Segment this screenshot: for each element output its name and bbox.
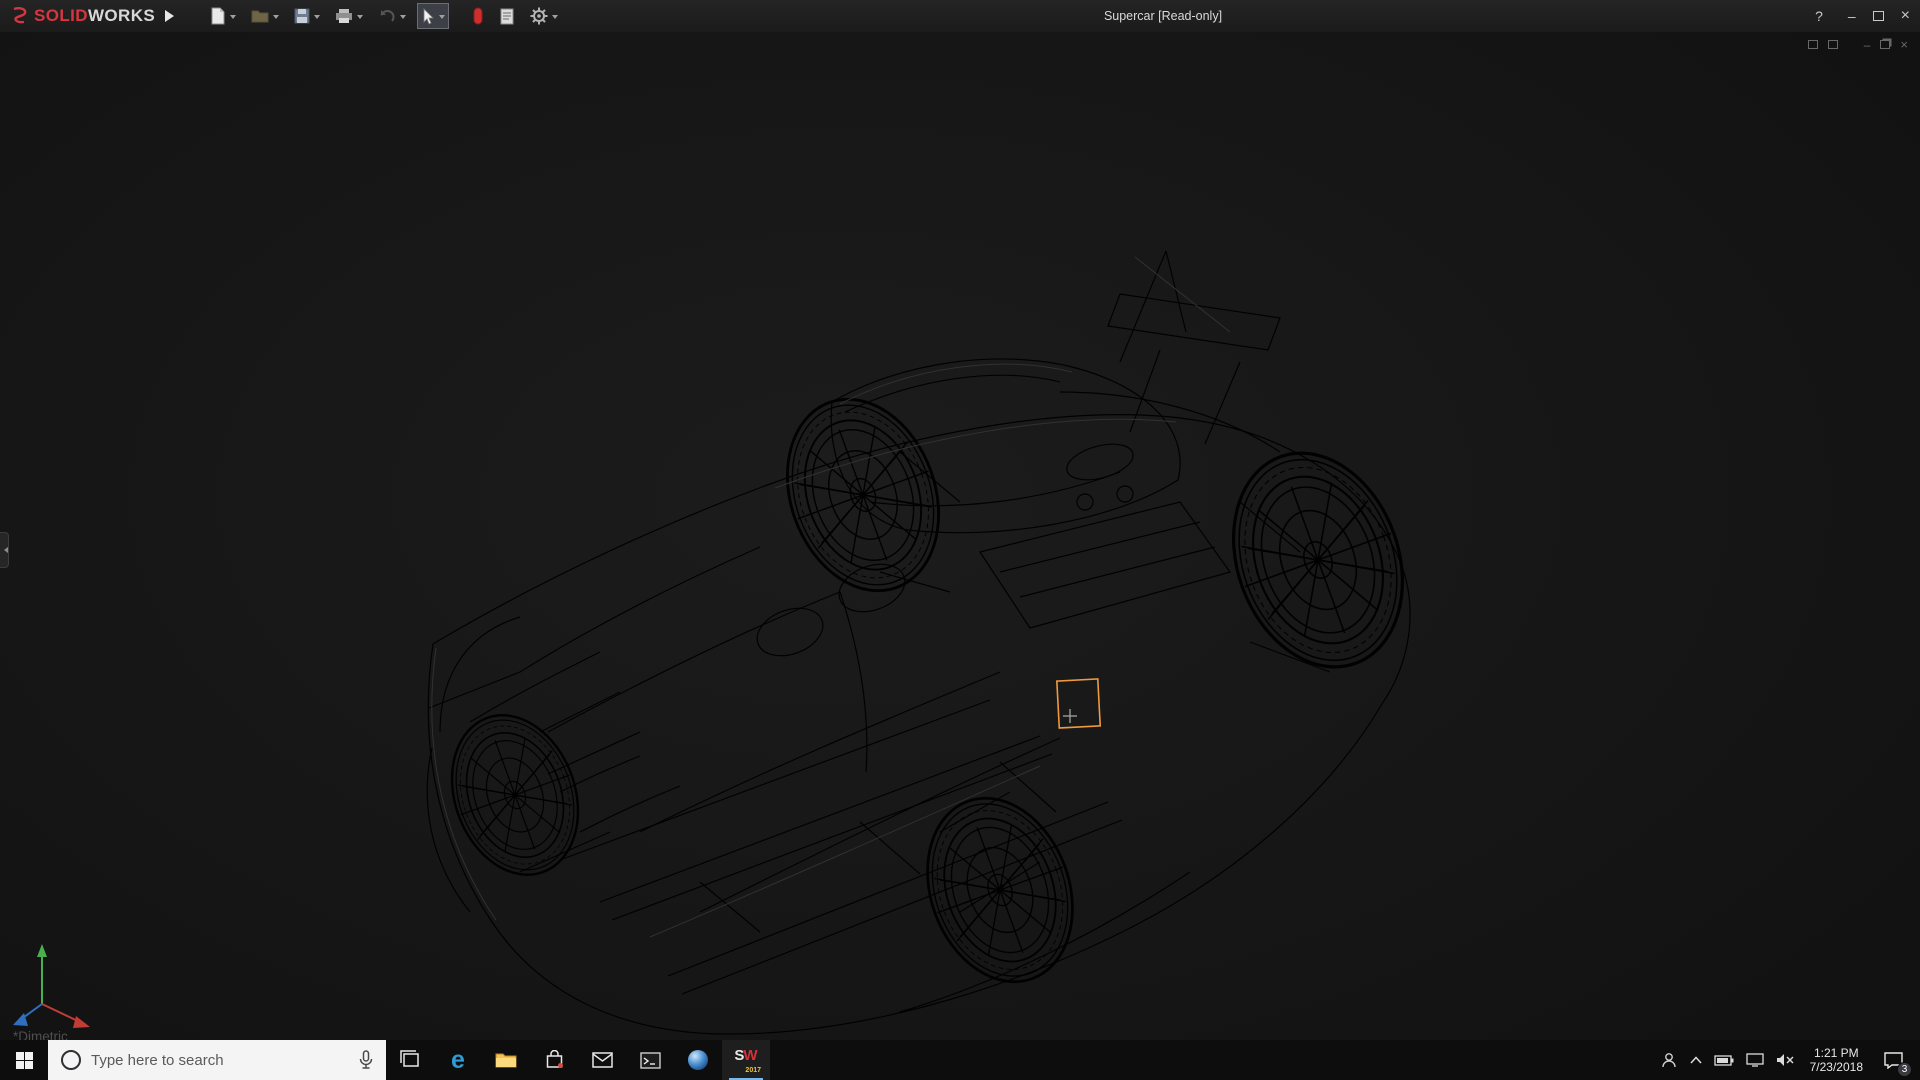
file-explorer-icon: [495, 1051, 517, 1069]
select-cursor-icon: [421, 8, 435, 25]
ds-mark-icon: [10, 7, 30, 25]
task-view-icon: [400, 1050, 420, 1070]
selection-box: [1057, 679, 1100, 728]
maximize-button[interactable]: [1873, 11, 1884, 21]
cortana-icon[interactable]: [61, 1050, 81, 1070]
menu-flyout-arrow-icon[interactable]: [165, 10, 180, 22]
battery-icon: [1714, 1055, 1734, 1066]
microphone-icon[interactable]: [358, 1050, 374, 1070]
open-button[interactable]: [247, 3, 283, 29]
chevron-up-icon: [1690, 1056, 1702, 1064]
tray-overflow-button[interactable]: [1684, 1040, 1708, 1080]
file-explorer-button[interactable]: [482, 1040, 530, 1080]
graphics-area[interactable]: – × *Dimetric: [0, 32, 1920, 1040]
store-bag-icon: [545, 1050, 564, 1070]
panel-collapse-tab[interactable]: [0, 532, 9, 568]
doc-close-button[interactable]: ×: [1900, 37, 1908, 52]
dropdown-caret-icon[interactable]: [230, 15, 236, 22]
clock[interactable]: 1:21 PM 7/23/2018: [1801, 1046, 1872, 1074]
store-button[interactable]: [530, 1040, 578, 1080]
edge-button[interactable]: e: [434, 1040, 482, 1080]
brand-works: WORKS: [88, 6, 155, 26]
car-highlight-edges: [432, 257, 1230, 937]
standard-toolbar: [206, 3, 562, 29]
options-button[interactable]: [526, 3, 562, 29]
task-view-button[interactable]: [386, 1040, 434, 1080]
windows-logo-icon: [16, 1052, 33, 1069]
mail-button[interactable]: [578, 1040, 626, 1080]
taskbar-apps: e: [386, 1040, 770, 1080]
battery-button[interactable]: [1708, 1040, 1740, 1080]
people-icon: [1660, 1051, 1678, 1069]
action-center-button[interactable]: 3: [1872, 1040, 1914, 1080]
start-button[interactable]: [0, 1040, 48, 1080]
network-button[interactable]: [1740, 1040, 1770, 1080]
edge-icon: e: [451, 1048, 465, 1073]
collapse-arrow-icon: [1, 547, 8, 553]
doc-pin-icon[interactable]: [1808, 40, 1818, 49]
dropdown-caret-icon[interactable]: [314, 15, 320, 22]
volume-button[interactable]: [1770, 1040, 1801, 1080]
print-icon: [335, 8, 353, 24]
wireframe-model: [0, 32, 1920, 1040]
command-prompt-button[interactable]: [626, 1040, 674, 1080]
dropdown-caret-icon[interactable]: [357, 15, 363, 22]
dropdown-caret-icon[interactable]: [552, 15, 558, 22]
rebuild-button[interactable]: [468, 3, 488, 29]
pick-cursor-icon: [1063, 709, 1077, 723]
clock-date: 7/23/2018: [1810, 1060, 1863, 1074]
mail-icon: [592, 1052, 613, 1068]
new-document-button[interactable]: [206, 3, 240, 29]
taskbar: e: [0, 1040, 1920, 1080]
minimize-button[interactable]: –: [1848, 9, 1856, 23]
dropdown-caret-icon[interactable]: [400, 15, 406, 22]
command-prompt-icon: [640, 1052, 661, 1069]
people-button[interactable]: [1654, 1040, 1684, 1080]
select-button[interactable]: [417, 3, 449, 29]
search-input[interactable]: [91, 1052, 346, 1069]
titlebar: SOLIDWORKS: [0, 0, 1920, 32]
sw-letter-w: W: [743, 1047, 757, 1064]
open-folder-icon: [251, 8, 269, 24]
dropdown-caret-icon[interactable]: [273, 15, 279, 22]
clock-time: 1:21 PM: [1810, 1046, 1863, 1060]
solidworks-logo: SOLIDWORKS: [0, 6, 155, 26]
rebuild-icon: [472, 7, 484, 25]
sw-year-label: 2017: [745, 1067, 761, 1074]
new-document-icon: [210, 7, 226, 25]
undo-arrow-icon: [378, 8, 396, 24]
notification-badge: 3: [1897, 1062, 1912, 1077]
print-button[interactable]: [331, 3, 367, 29]
doc-minimize-button[interactable]: –: [1864, 38, 1871, 52]
solidworks-2017-icon: SW 2017: [731, 1047, 761, 1073]
file-properties-button[interactable]: [495, 3, 519, 29]
file-properties-icon: [499, 8, 515, 25]
doc-restore-button[interactable]: [1880, 40, 1890, 49]
window-controls: ? – ×: [1815, 0, 1910, 32]
save-floppy-icon: [294, 8, 310, 24]
undo-button[interactable]: [374, 3, 410, 29]
network-icon: [1746, 1053, 1764, 1067]
orientation-triad: [13, 944, 90, 1028]
document-window-controls: – ×: [1808, 37, 1908, 52]
system-tray: 1:21 PM 7/23/2018 3: [1654, 1040, 1920, 1080]
car-wheels: [431, 378, 1432, 1002]
doc-restore-up-icon[interactable]: [1828, 40, 1838, 49]
sphere-app-button[interactable]: [674, 1040, 722, 1080]
solidworks-app-button[interactable]: SW 2017: [722, 1040, 770, 1080]
window-title: Supercar [Read-only]: [1104, 0, 1222, 32]
blue-sphere-icon: [687, 1049, 709, 1071]
help-button[interactable]: ?: [1815, 9, 1823, 23]
volume-muted-icon: [1776, 1053, 1795, 1067]
dropdown-caret-icon[interactable]: [439, 15, 445, 22]
view-orientation-label: *Dimetric: [13, 1029, 68, 1040]
car-body: [427, 251, 1410, 1034]
close-button[interactable]: ×: [1901, 8, 1910, 24]
brand-solid: SOLID: [34, 6, 88, 26]
gear-icon: [530, 7, 548, 25]
taskbar-search[interactable]: [48, 1040, 386, 1080]
save-button[interactable]: [290, 3, 324, 29]
